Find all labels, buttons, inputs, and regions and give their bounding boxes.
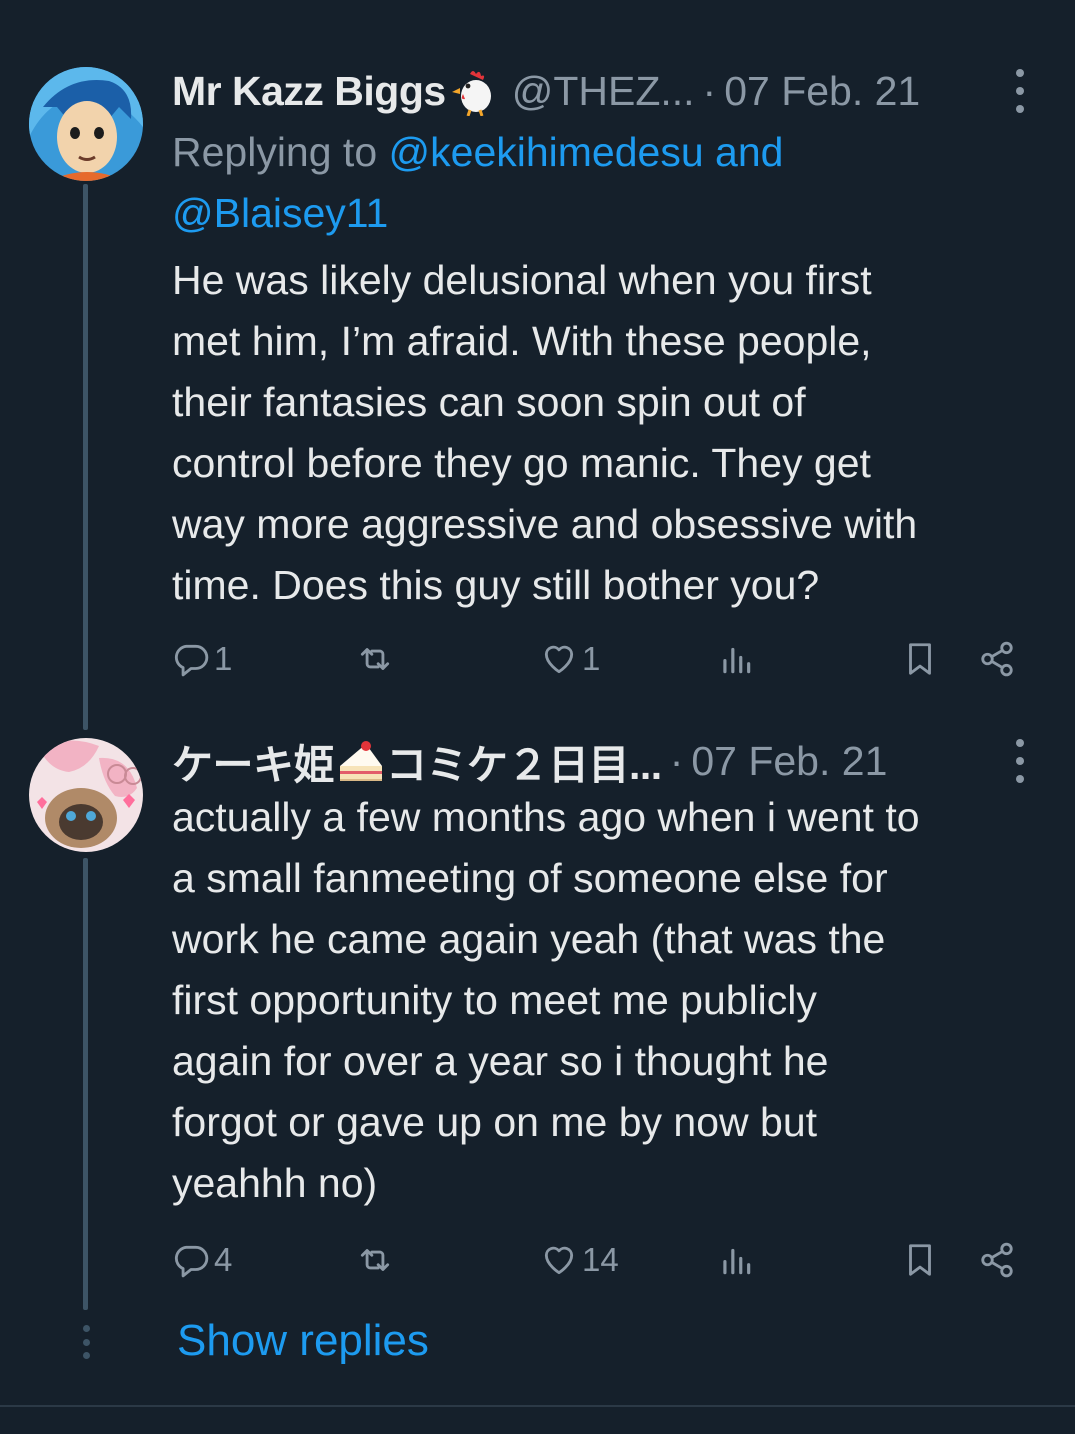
bookmark-icon — [909, 1244, 931, 1276]
thread-view: Mr Kazz Biggs @THEZ... · 07 Feb. 21 Repl… — [0, 0, 1075, 1434]
text-line: control before they go manic. They get — [172, 440, 871, 486]
reply-icon — [174, 1245, 209, 1278]
tweet-actions: 1 1 — [172, 634, 1032, 684]
like-count: 1 — [582, 640, 601, 677]
avatar-image — [29, 738, 143, 852]
avatar[interactable] — [29, 738, 143, 852]
display-name-suffix[interactable]: コミケ２日目... — [386, 731, 662, 791]
views-button[interactable] — [717, 1235, 759, 1285]
text-line: actually a few months ago when i went to — [172, 794, 920, 840]
retweet-button[interactable] — [356, 634, 398, 684]
text-line: yeahhh no) — [172, 1160, 378, 1206]
tweet-date[interactable]: 07 Feb. 21 — [691, 738, 887, 785]
text-line: way more aggressive and obsessive with — [172, 501, 918, 547]
bookmark-icon — [909, 643, 931, 675]
views-icon — [723, 647, 751, 674]
reply-count: 4 — [214, 1241, 233, 1278]
tweet-date[interactable]: 07 Feb. 21 — [724, 68, 920, 115]
replying-prefix: Replying to — [172, 129, 378, 175]
text-line: a small fanmeeting of someone else for — [172, 855, 888, 901]
text-line: forgot or gave up on me by now but — [172, 1099, 818, 1145]
retweet-icon — [360, 648, 390, 670]
separator: · — [702, 67, 717, 114]
display-name[interactable]: ケーキ姫 — [172, 731, 335, 791]
bookmark-button[interactable] — [901, 1235, 939, 1285]
reply-count: 1 — [214, 640, 233, 677]
retweet-icon — [360, 1249, 390, 1271]
avatar[interactable] — [29, 67, 143, 181]
thread-line — [83, 858, 88, 1310]
views-button[interactable] — [717, 634, 759, 684]
more-icon[interactable] — [1010, 739, 1030, 783]
reply-button[interactable]: 4 — [172, 1235, 232, 1285]
bookmark-button[interactable] — [901, 634, 939, 684]
share-button[interactable] — [978, 1235, 1016, 1285]
text-line: He was likely delusional when you first — [172, 257, 872, 303]
shortcake-emoji-icon — [340, 741, 382, 781]
tweet[interactable]: ケーキ姫 コミケ２日目... · 07 Feb. 21 actually a f… — [172, 733, 1052, 1214]
display-name[interactable]: Mr Kazz Biggs — [172, 68, 446, 115]
share-icon — [981, 1242, 1013, 1278]
views-icon — [723, 1248, 751, 1275]
reply-button[interactable]: 1 — [172, 634, 232, 684]
heart-icon — [544, 645, 574, 674]
retweet-button[interactable] — [356, 1235, 398, 1285]
tweet-header: Mr Kazz Biggs @THEZ... · 07 Feb. 21 — [172, 63, 1052, 119]
tweet-header: ケーキ姫 コミケ２日目... · 07 Feb. 21 — [172, 733, 1052, 789]
separator: · — [669, 737, 684, 784]
tweet-text: actually a few months ago when i went to… — [172, 787, 1052, 1214]
text-line: work he came again yeah (that was the — [172, 916, 886, 962]
tweet-text: He was likely delusional when you first … — [172, 250, 1052, 616]
text-line: time. Does this guy still bother you? — [172, 562, 820, 608]
avatar-image — [29, 67, 143, 181]
replying-to-link[interactable]: @Blaisey11 — [172, 190, 388, 236]
text-line: their fantasies can soon spin out of — [172, 379, 806, 425]
share-icon — [981, 641, 1013, 677]
thread-continuation-dots — [80, 1325, 92, 1359]
tweet[interactable]: Mr Kazz Biggs @THEZ... · 07 Feb. 21 Repl… — [172, 63, 1052, 616]
user-handle[interactable]: @THEZ... — [512, 68, 695, 115]
thread-line — [83, 184, 88, 730]
text-line: met him, I’m afraid. With these people, — [172, 318, 872, 364]
like-button[interactable]: 1 — [540, 634, 600, 684]
text-line: again for over a year so i thought he — [172, 1038, 829, 1084]
chicken-emoji-icon — [451, 71, 491, 116]
heart-icon — [544, 1246, 574, 1275]
share-button[interactable] — [978, 634, 1016, 684]
replying-to-link[interactable]: @keekihimedesu and — [389, 129, 784, 175]
like-button[interactable]: 14 — [540, 1235, 619, 1285]
like-count: 14 — [582, 1241, 619, 1278]
reply-icon — [174, 644, 209, 677]
replying-to: Replying to @keekihimedesu and @Blaisey1… — [172, 122, 1052, 244]
text-line: first opportunity to meet me publicly — [172, 977, 817, 1023]
show-replies-link[interactable]: Show replies — [177, 1316, 429, 1366]
more-icon[interactable] — [1010, 69, 1030, 113]
divider — [0, 1405, 1075, 1407]
tweet-actions: 4 14 — [172, 1235, 1032, 1285]
